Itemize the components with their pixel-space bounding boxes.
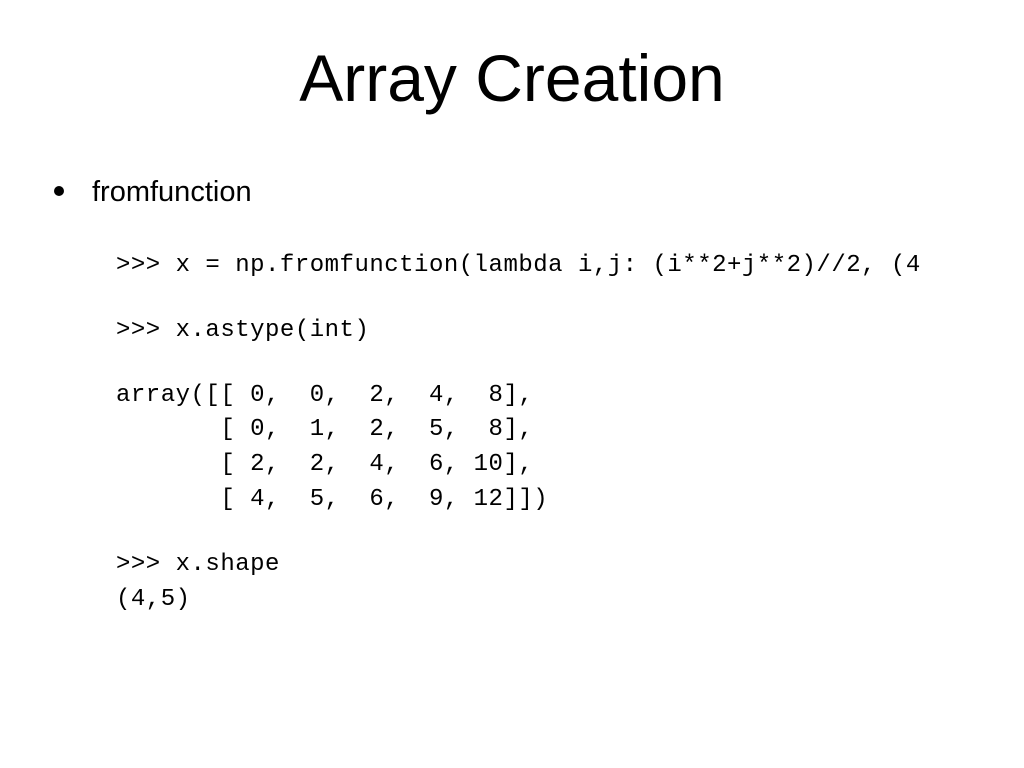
slide: Array Creation fromfunction >>> x = np.f… [0,0,1024,768]
code-line-astype: >>> x.astype(int) [116,314,1000,349]
slide-title: Array Creation [24,40,1000,116]
code-line-fromfunction: >>> x = np.fromfunction(lambda i,j: (i**… [116,249,1000,284]
code-array-output: array([[ 0, 0, 2, 4, 8], [ 0, 1, 2, 5, 8… [116,379,1000,518]
bullet-dot-icon [54,186,64,196]
bullet-item: fromfunction [54,176,1000,209]
bullet-text: fromfunction [92,176,252,209]
code-line-shape: >>> x.shape (4,5) [116,548,1000,618]
